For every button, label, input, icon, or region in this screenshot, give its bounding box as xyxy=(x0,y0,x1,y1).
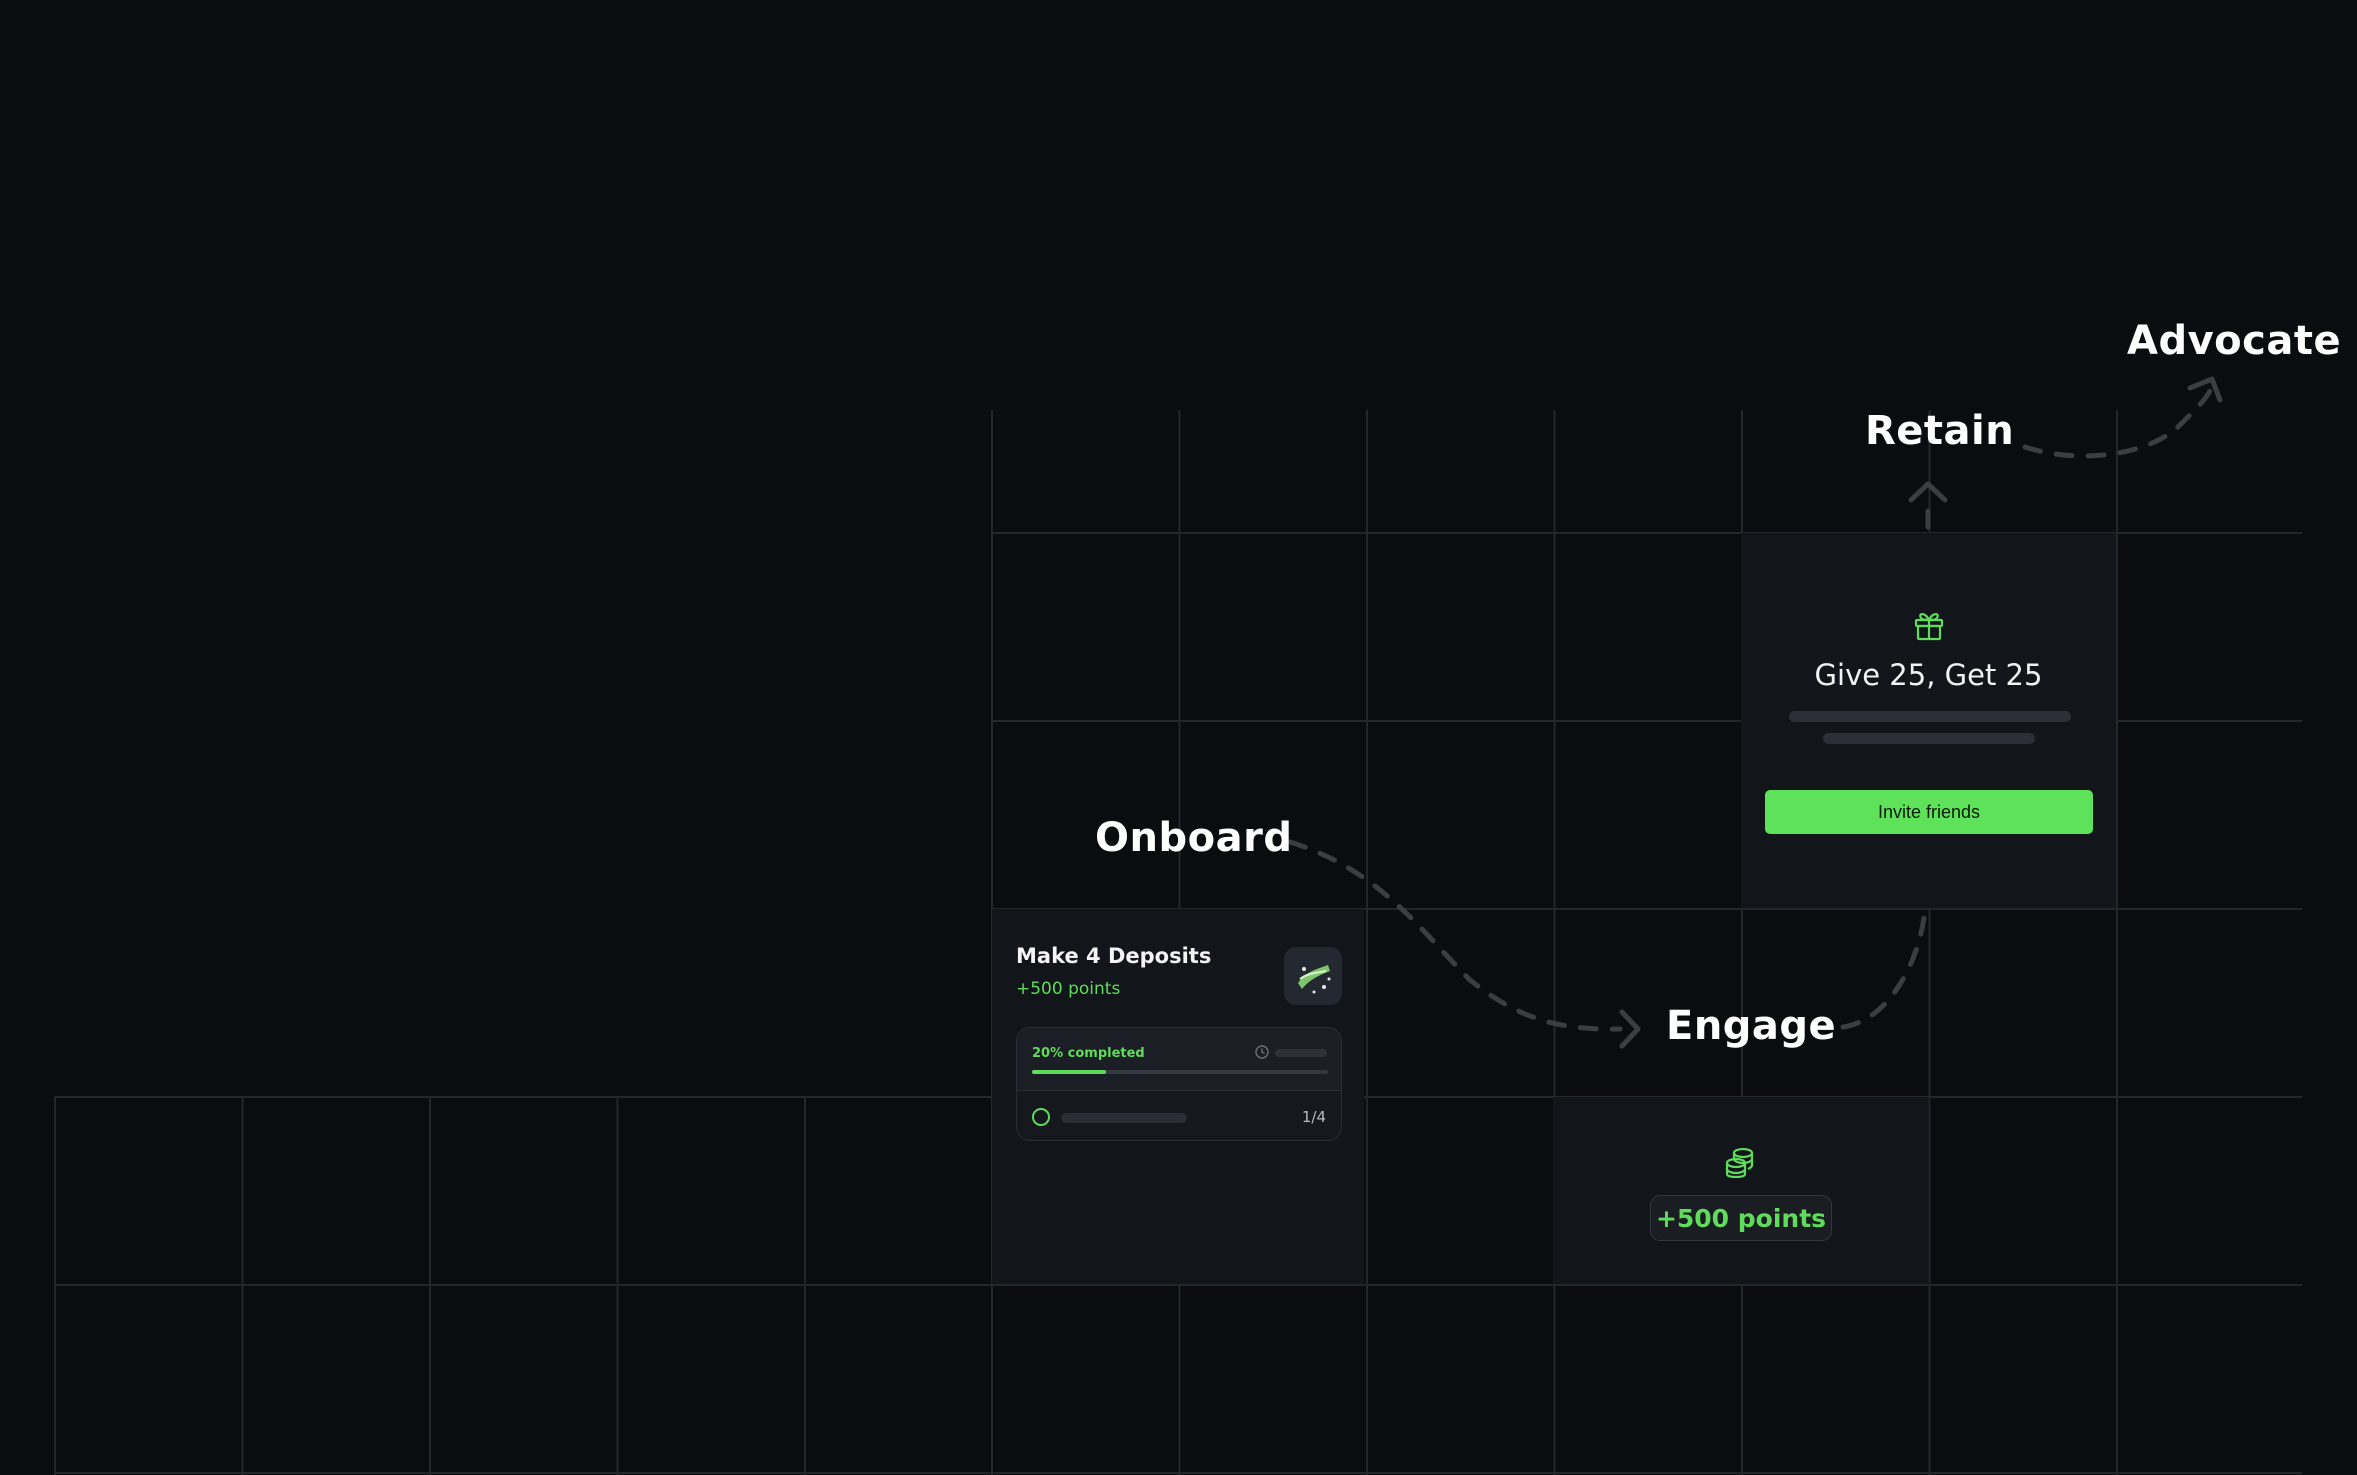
coins-icon xyxy=(1725,1147,1754,1179)
progress-fill xyxy=(1032,1070,1106,1074)
step-checkbox[interactable] xyxy=(1032,1108,1050,1126)
referral-heading: Give 25, Get 25 xyxy=(1814,658,2043,692)
step-count: 1/4 xyxy=(1301,1108,1326,1126)
progress-track xyxy=(1032,1070,1328,1074)
progress-panel: 20% completed 1/4 xyxy=(1016,1027,1342,1141)
text-placeholder-2 xyxy=(1823,733,2035,744)
invite-friends-button[interactable]: Invite friends xyxy=(1765,790,2093,834)
deposit-quest-card[interactable]: Make 4 Deposits +500 points 20% complete… xyxy=(992,909,1364,1284)
referral-card: Give 25, Get 25 Invite friends xyxy=(1741,533,2116,908)
reward-card: +500 points xyxy=(1554,1097,1928,1284)
text-placeholder-1 xyxy=(1789,711,2071,722)
points-badge: +500 points xyxy=(1650,1195,1832,1241)
step-placeholder xyxy=(1061,1113,1187,1123)
clock-icon xyxy=(1255,1045,1269,1059)
time-placeholder xyxy=(1275,1049,1327,1057)
stage-advocate: Advocate xyxy=(2127,318,2342,364)
stage-onboard: Onboard xyxy=(1095,815,1293,861)
money-icon xyxy=(1284,947,1342,1005)
gift-icon xyxy=(1914,613,1944,641)
progress-label: 20% completed xyxy=(1032,1046,1145,1061)
quest-title: Make 4 Deposits xyxy=(1016,944,1212,968)
quest-points: +500 points xyxy=(1016,979,1121,999)
stage-retain: Retain xyxy=(1865,408,2015,454)
stage-engage: Engage xyxy=(1666,1003,1837,1049)
